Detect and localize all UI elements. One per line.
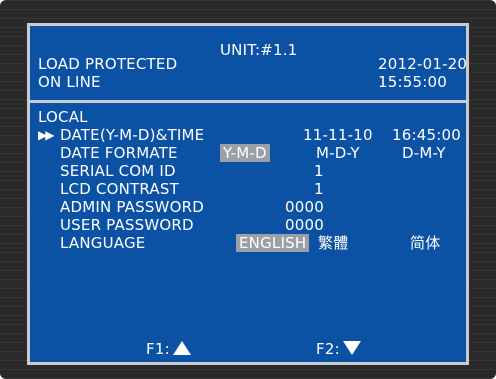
date-time-date[interactable]: 11-11-10	[303, 126, 373, 144]
admin-password-label[interactable]: ADMIN PASSWORD	[60, 198, 204, 216]
down-triangle-icon	[342, 341, 361, 355]
status-online: ON LINE	[38, 73, 101, 91]
date-format-label[interactable]: DATE FORMATE	[60, 144, 178, 162]
language-option-simplified[interactable]: 简体	[410, 234, 440, 252]
user-password-label[interactable]: USER PASSWORD	[60, 216, 194, 234]
status-load-protected: LOAD PROTECTED	[38, 55, 178, 73]
admin-password-value[interactable]: 0000	[285, 198, 324, 216]
device-bezel: LOAD PROTECTED ON LINE UNIT:#1.1 2012-01…	[0, 0, 496, 379]
f2-key[interactable]: F2:	[316, 340, 361, 358]
lcd-contrast-value[interactable]: 1	[314, 180, 324, 198]
serial-com-id-label[interactable]: SERIAL COM ID	[60, 162, 176, 180]
header-divider	[30, 100, 466, 103]
menu-title: LOCAL	[38, 108, 88, 126]
header-date: 2012-01-20	[378, 55, 468, 73]
unit-id: UNIT:#1.1	[220, 41, 298, 59]
lcd-screen: LOAD PROTECTED ON LINE UNIT:#1.1 2012-01…	[27, 23, 469, 365]
serial-com-id-value[interactable]: 1	[314, 162, 324, 180]
date-format-option-mdy[interactable]: M-D-Y	[316, 144, 360, 162]
cursor-icon: ▶▶	[38, 128, 55, 142]
f1-label: F1:	[146, 340, 170, 358]
language-option-traditional[interactable]: 繁體	[318, 234, 348, 252]
date-format-option-dmy[interactable]: D-M-Y	[402, 144, 446, 162]
f2-label: F2:	[316, 340, 340, 358]
date-time-label[interactable]: DATE(Y-M-D)&TIME	[60, 126, 204, 144]
language-option-english[interactable]: ENGLISH	[236, 234, 310, 252]
date-format-option-ymd[interactable]: Y-M-D	[220, 144, 270, 162]
up-triangle-icon	[172, 341, 191, 355]
user-password-value[interactable]: 0000	[285, 216, 324, 234]
language-label[interactable]: LANGUAGE	[60, 234, 145, 252]
header-time: 15:55:00	[378, 73, 447, 91]
f1-key[interactable]: F1:	[146, 340, 191, 358]
lcd-contrast-label[interactable]: LCD CONTRAST	[60, 180, 179, 198]
date-time-time[interactable]: 16:45:00	[392, 126, 461, 144]
